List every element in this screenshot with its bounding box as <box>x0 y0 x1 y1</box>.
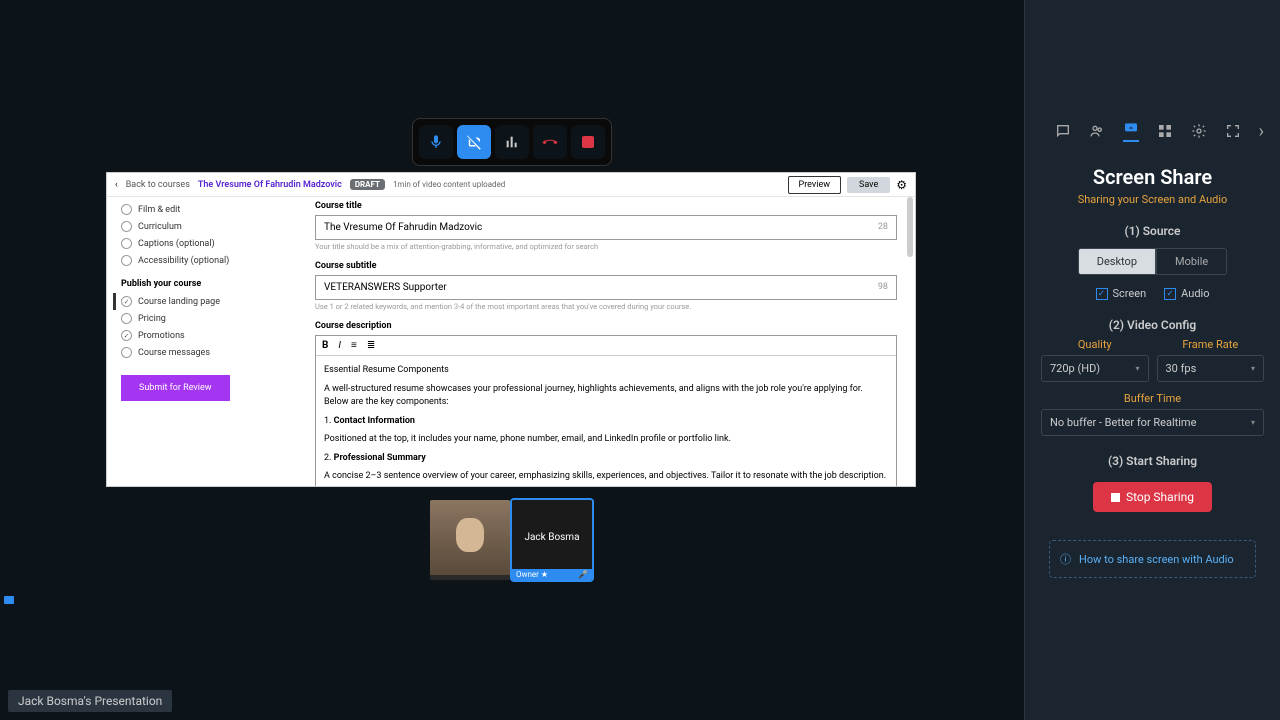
course-form: Course title The Vresume Of Fahrudin Mad… <box>297 197 915 486</box>
course-sidebar: Film & edit Curriculum Captions (optiona… <box>107 197 297 486</box>
title-help: Your title should be a mix of attention-… <box>315 242 897 251</box>
source-label: (1) Source <box>1041 224 1264 238</box>
quality-label: Quality <box>1041 338 1149 351</box>
sidebar-item[interactable]: Accessibility (optional) <box>121 252 283 269</box>
title-input[interactable]: The Vresume Of Fahrudin Madzovic 28 <box>315 215 897 240</box>
bold-button[interactable]: B <box>322 340 328 351</box>
chevron-down-icon: ▾ <box>1251 364 1255 373</box>
video-feed: Jack Bosma <box>512 500 592 569</box>
draft-badge: DRAFT <box>350 179 385 190</box>
main-stage: ‹ Back to courses The Vresume Of Fahrudi… <box>0 0 1024 720</box>
video-off-button[interactable] <box>457 125 491 159</box>
videocfg-label: (2) Video Config <box>1041 318 1264 332</box>
panel-title: Screen Share <box>1041 165 1264 189</box>
back-link[interactable]: Back to courses <box>126 180 190 190</box>
scrollbar[interactable] <box>907 197 913 257</box>
save-button[interactable]: Save <box>847 177 890 193</box>
hangup-button[interactable] <box>533 125 567 159</box>
grid-icon[interactable] <box>1157 123 1173 139</box>
poll-button[interactable] <box>495 125 529 159</box>
framerate-label: Frame Rate <box>1157 338 1265 351</box>
char-count: 98 <box>878 282 888 292</box>
course-header: ‹ Back to courses The Vresume Of Fahrudi… <box>107 173 915 197</box>
panel-tabs: › <box>1055 120 1264 142</box>
fullscreen-icon[interactable] <box>1225 123 1241 139</box>
chat-icon[interactable] <box>1055 123 1071 139</box>
buffer-select[interactable]: No buffer - Better for Realtime▾ <box>1041 409 1264 436</box>
participant-tile-active[interactable]: Jack Bosma Owner ★ 🎤 <box>512 500 592 580</box>
sidebar-item[interactable]: Film & edit <box>121 201 283 218</box>
mic-button[interactable] <box>419 125 453 159</box>
panel-subtitle: Sharing your Screen and Audio <box>1041 193 1264 206</box>
chevron-down-icon: ▾ <box>1135 364 1139 373</box>
sidebar-item[interactable]: Captions (optional) <box>121 235 283 252</box>
framerate-select[interactable]: 30 fps▾ <box>1157 355 1265 382</box>
chevron-right-icon[interactable]: › <box>1259 121 1264 142</box>
record-button[interactable] <box>571 125 605 159</box>
start-label: (3) Start Sharing <box>1041 454 1264 468</box>
mic-muted-icon: 🎤 <box>578 570 588 579</box>
sidebar-item[interactable]: Curriculum <box>121 218 283 235</box>
info-icon: ⓘ <box>1060 551 1071 567</box>
subtitle-label: Course subtitle <box>315 261 897 271</box>
stop-sharing-button[interactable]: Stop Sharing <box>1093 482 1212 512</box>
side-panel: › Screen Share Sharing your Screen and A… <box>1024 0 1280 720</box>
gear-icon[interactable]: ⚙ <box>896 178 907 192</box>
rich-text-editor[interactable]: B I ≡ ≣ Essential Resume Components A we… <box>315 335 897 486</box>
source-segment: Desktop Mobile <box>1041 248 1264 275</box>
participant-name: Jack Bosma <box>512 532 592 543</box>
chevron-down-icon: ▾ <box>1251 418 1255 427</box>
quality-select[interactable]: 720p (HD)▾ <box>1041 355 1149 382</box>
title-label: Course title <box>315 201 897 211</box>
presentation-label: Jack Bosma's Presentation <box>8 690 172 712</box>
buffer-label: Buffer Time <box>1041 392 1264 405</box>
shared-screen: ‹ Back to courses The Vresume Of Fahrudi… <box>106 172 916 487</box>
indicator-icon <box>4 596 14 604</box>
chevron-left-icon: ‹ <box>115 180 118 190</box>
preview-button[interactable]: Preview <box>788 176 841 194</box>
sidebar-item-landing[interactable]: ✓Course landing page <box>113 293 283 310</box>
sidebar-item[interactable]: ✓Promotions <box>121 327 283 344</box>
desc-label: Course description <box>315 321 897 331</box>
participant-tile[interactable]: ⚙ <box>430 500 510 580</box>
sidebar-item[interactable]: Course messages <box>121 344 283 361</box>
settings-icon[interactable] <box>1191 123 1207 139</box>
howto-link[interactable]: ⓘ How to share screen with Audio <box>1049 540 1256 578</box>
call-toolbar <box>412 118 612 166</box>
screen-checkbox[interactable]: ✓Screen <box>1096 287 1147 300</box>
rte-content[interactable]: Essential Resume Components A well-struc… <box>316 356 896 486</box>
list-ul-icon[interactable]: ≣ <box>367 340 375 351</box>
owner-badge: Owner ★ 🎤 <box>512 569 592 580</box>
italic-button[interactable]: I <box>338 340 341 351</box>
share-icon[interactable] <box>1123 120 1139 142</box>
sidebar-item[interactable]: Pricing <box>121 310 283 327</box>
people-icon[interactable] <box>1089 123 1105 139</box>
sidebar-heading: Publish your course <box>121 279 283 289</box>
upload-status: 1min of video content uploaded <box>393 180 505 189</box>
desktop-toggle[interactable]: Desktop <box>1078 248 1156 275</box>
char-count: 28 <box>878 222 888 232</box>
stop-icon <box>1111 493 1120 502</box>
audio-checkbox[interactable]: ✓Audio <box>1164 287 1209 300</box>
mobile-toggle[interactable]: Mobile <box>1156 248 1227 275</box>
share-checks: ✓Screen ✓Audio <box>1041 287 1264 300</box>
subtitle-help: Use 1 or 2 related keywords, and mention… <box>315 302 897 311</box>
course-title: The Vresume Of Fahrudin Madzovic <box>198 180 342 190</box>
submit-review-button[interactable]: Submit for Review <box>121 375 230 401</box>
list-ol-icon[interactable]: ≡ <box>351 340 357 351</box>
subtitle-input[interactable]: VETERANSWERS Supporter 98 <box>315 275 897 300</box>
participant-strip: ⚙ Jack Bosma Owner ★ 🎤 <box>430 500 592 580</box>
rte-toolbar: B I ≡ ≣ <box>316 336 896 356</box>
video-feed <box>430 500 510 575</box>
